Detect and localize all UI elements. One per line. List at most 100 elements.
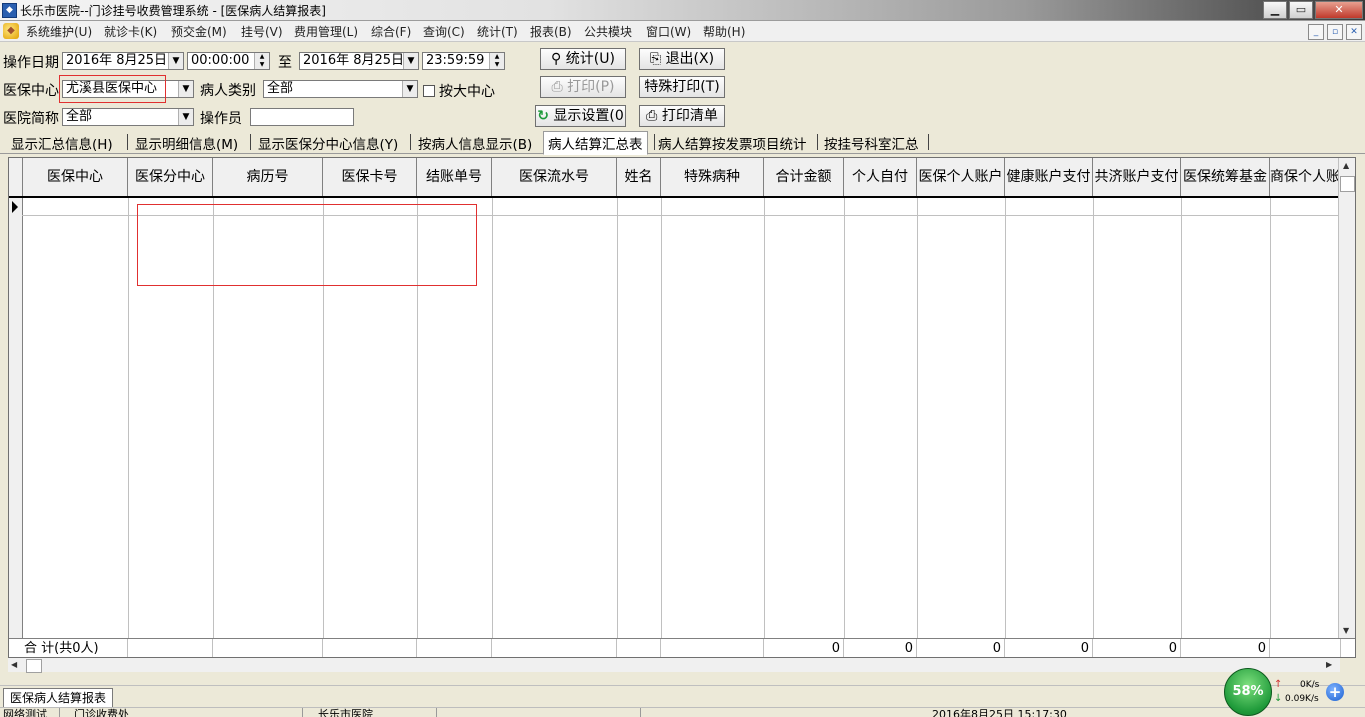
app-menu-icon[interactable]: ◆ [3, 23, 19, 39]
end-time-input[interactable]: 23:59:59 ▲ ▼ [422, 52, 505, 70]
total-label: 合 计(共0人) [9, 639, 128, 657]
tab-patient-settlement-summary[interactable]: 病人结算汇总表 [543, 131, 648, 155]
plus-icon[interactable]: + [1326, 683, 1344, 701]
menu-fee-management[interactable]: 费用管理(L) [294, 23, 358, 40]
column-header[interactable]: 医保个人账户 [917, 158, 1005, 196]
horizontal-scrollbar[interactable]: ◀ ▶ [8, 658, 1340, 673]
column-header[interactable]: 个人自付 [844, 158, 917, 196]
scroll-down-icon[interactable]: ▼ [1343, 626, 1349, 635]
memory-usage-meter[interactable]: 58% [1224, 668, 1272, 716]
stats-button[interactable]: ⚲ 统计(U) [540, 48, 626, 70]
column-header[interactable]: 医保分中心 [128, 158, 213, 196]
exit-button-label: 退出(X) [665, 51, 715, 67]
menu-prepayment[interactable]: 预交金(M) [171, 23, 227, 40]
column-header[interactable]: 医保流水号 [492, 158, 617, 196]
hospital-abbr-value: 全部 [66, 109, 93, 124]
display-settings-button[interactable]: ↻ 显示设置(0 [535, 105, 626, 127]
close-button[interactable]: ✕ [1315, 1, 1363, 19]
menu-registration[interactable]: 挂号(V) [241, 23, 283, 40]
start-date-value: 2016年 8月25日 [66, 53, 168, 68]
column-header[interactable]: 医保统筹基金 [1181, 158, 1270, 196]
settlement-data-grid[interactable]: 医保中心 医保分中心 病历号 医保卡号 结账单号 医保流水号 姓名 特殊病种 合… [8, 157, 1356, 658]
tab-settlement-by-invoice-item[interactable]: 病人结算按发票项目统计 [658, 133, 807, 153]
hospital-abbr-select[interactable]: 全部 ▼ [62, 108, 194, 126]
mdi-restore-button[interactable]: ▫ [1327, 24, 1343, 40]
end-time-value: 23:59:59 [426, 53, 485, 68]
special-print-button[interactable]: 特殊打印(T) [639, 76, 725, 98]
column-header[interactable]: 医保卡号 [323, 158, 417, 196]
tab-separator [410, 134, 411, 150]
scroll-left-icon[interactable]: ◀ [11, 660, 17, 669]
scroll-up-icon[interactable]: ▲ [1343, 161, 1349, 170]
by-major-center-checkbox[interactable] [423, 85, 435, 97]
column-header[interactable]: 病历号 [213, 158, 323, 196]
column-header[interactable]: 结账单号 [417, 158, 492, 196]
maximize-button[interactable]: ▭ [1289, 1, 1313, 19]
menu-public-module[interactable]: 公共模块 [584, 23, 632, 40]
tab-separator [928, 134, 929, 150]
total-cell [213, 639, 323, 657]
print-button[interactable]: ⎙ 打印(P) [540, 76, 626, 98]
menu-help[interactable]: 帮助(H) [703, 23, 745, 40]
menu-general[interactable]: 综合(F) [371, 23, 411, 40]
tab-detail-info[interactable]: 显示明细信息(M) [135, 133, 238, 153]
menu-system-maintenance[interactable]: 系统维护(U) [26, 23, 92, 40]
total-mutual-account: 0 [1093, 639, 1181, 657]
mdi-tab-settlement-report[interactable]: 医保病人结算报表 [3, 688, 114, 708]
mdi-close-button[interactable]: ✕ [1346, 24, 1362, 40]
printer-icon: ⎙ [551, 79, 563, 95]
exit-button[interactable]: ⎘ 退出(X) [639, 48, 725, 70]
menu-reports[interactable]: 报表(B) [530, 23, 572, 40]
patient-type-select[interactable]: 全部 ▼ [263, 80, 418, 98]
chevron-down-icon[interactable]: ▼ [178, 109, 193, 125]
column-header[interactable]: 姓名 [617, 158, 661, 196]
chevron-down-icon[interactable]: ▼ [168, 53, 183, 69]
column-header[interactable]: 医保中心 [23, 158, 128, 196]
menu-window[interactable]: 窗口(W) [646, 23, 691, 40]
tab-separator [250, 134, 251, 150]
mdi-minimize-button[interactable]: _ [1308, 24, 1324, 40]
highlight-box [137, 204, 477, 286]
horizontal-scroll-thumb[interactable] [26, 659, 42, 673]
menu-medical-card[interactable]: 就诊卡(K) [104, 23, 157, 40]
total-cell [1270, 639, 1341, 657]
operator-input[interactable] [250, 108, 354, 126]
vertical-scrollbar[interactable]: ▲ ▼ [1338, 158, 1355, 638]
row-indicator-header [9, 158, 23, 196]
start-time-input[interactable]: 00:00:00 ▲ ▼ [187, 52, 270, 70]
end-date-picker[interactable]: 2016年 8月25日 ▼ [299, 52, 419, 70]
tab-summary-info[interactable]: 显示汇总信息(H) [11, 133, 113, 153]
exit-door-icon: ⎘ [649, 51, 662, 67]
start-date-picker[interactable]: 2016年 8月25日 ▼ [62, 52, 184, 70]
column-header[interactable]: 合计金额 [764, 158, 844, 196]
to-label: 至 [278, 55, 292, 71]
column-header[interactable]: 健康账户支付 [1005, 158, 1093, 196]
total-cell [617, 639, 661, 657]
grid-column-line [1270, 198, 1271, 638]
chevron-down-icon[interactable]: ▼ [402, 81, 417, 97]
total-cell [492, 639, 617, 657]
vertical-scroll-thumb[interactable] [1340, 176, 1355, 192]
tab-by-patient-info[interactable]: 按病人信息显示(B) [418, 133, 532, 153]
menu-statistics[interactable]: 统计(T) [477, 23, 518, 40]
total-health-account: 0 [1005, 639, 1093, 657]
spinner-icon[interactable]: ▲ ▼ [489, 53, 504, 69]
highlight-box [59, 75, 166, 103]
display-settings-button-label: 显示设置(0 [553, 108, 624, 124]
print-list-button[interactable]: ⎙ 打印清单 [639, 105, 725, 127]
chevron-down-icon[interactable]: ▼ [403, 53, 418, 69]
column-header[interactable]: 共济账户支付 [1093, 158, 1181, 196]
menu-query[interactable]: 查询(C) [423, 23, 465, 40]
tab-subcenter-info[interactable]: 显示医保分中心信息(Y) [258, 133, 398, 153]
scroll-right-icon[interactable]: ▶ [1326, 660, 1332, 669]
chevron-down-icon[interactable]: ▼ [178, 81, 193, 97]
minimize-button[interactable]: ▁ [1263, 1, 1287, 19]
hospital-abbr-label: 医院简称 [3, 111, 59, 127]
grid-column-line [1181, 198, 1182, 638]
column-header[interactable]: 特殊病种 [661, 158, 764, 196]
tab-by-registration-dept[interactable]: 按挂号科室汇总 [824, 133, 919, 153]
column-header[interactable]: 商保个人账 [1270, 158, 1341, 196]
grid-column-line [844, 198, 845, 638]
patient-type-label: 病人类别 [200, 83, 256, 99]
spinner-icon[interactable]: ▲ ▼ [254, 53, 269, 69]
